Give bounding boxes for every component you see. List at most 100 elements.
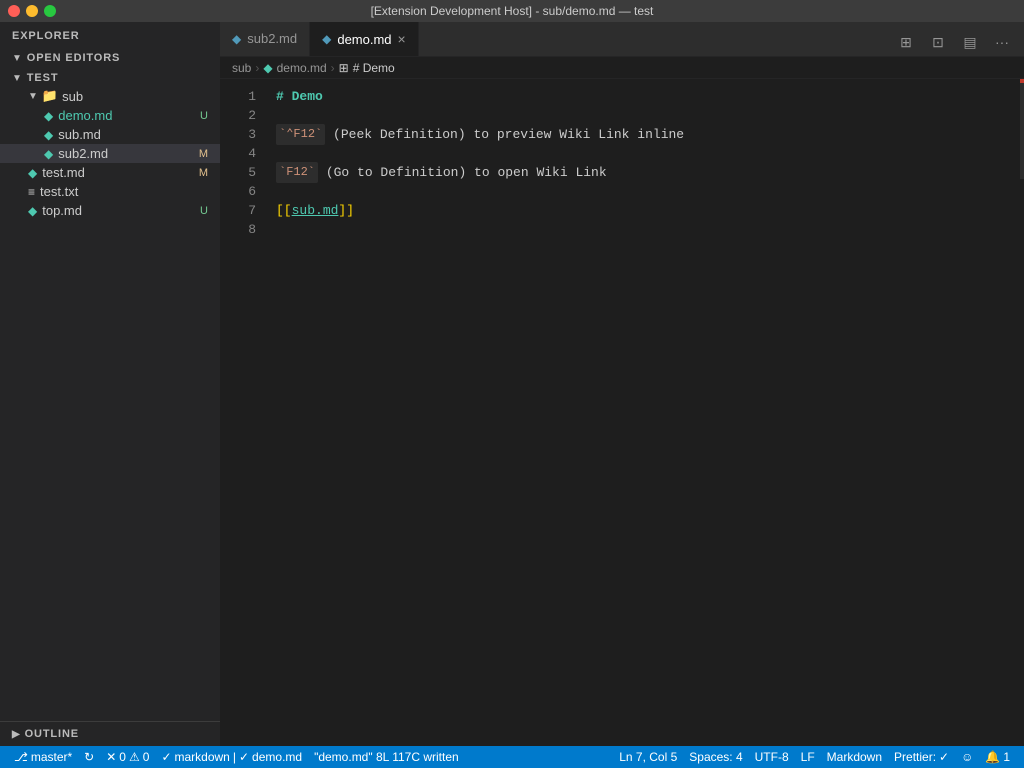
sidebar-file-top-md[interactable]: ◆ top.md U: [0, 201, 220, 220]
explorer-title: Explorer: [0, 22, 220, 46]
breadcrumb-file[interactable]: demo.md: [277, 61, 327, 75]
status-lang-check[interactable]: ✓ markdown | ✓ demo.md: [155, 746, 308, 768]
editor-area: ◆ sub2.md ◆ demo.md × ⊞ ⊡ ▤ ··· sub › ◆ …: [220, 22, 1024, 746]
code-line-6: [276, 182, 1010, 201]
minimap-bg: [1020, 79, 1024, 179]
status-spaces[interactable]: Spaces: 4: [683, 746, 748, 768]
layout-button[interactable]: ▤: [956, 28, 984, 56]
wiki-open-bracket: [[: [276, 201, 292, 220]
sync-icon: ↻: [84, 750, 94, 764]
branch-icon: ⎇: [14, 750, 28, 764]
sidebar-file-demo-md[interactable]: ◆ demo.md U: [0, 106, 220, 125]
encoding-text: UTF-8: [755, 750, 789, 764]
status-language[interactable]: Markdown: [821, 746, 888, 768]
tab-sub2-md[interactable]: ◆ sub2.md: [220, 22, 310, 56]
status-feedback[interactable]: ☺: [955, 746, 979, 768]
status-ln-col[interactable]: Ln 7, Col 5: [613, 746, 683, 768]
status-eol[interactable]: LF: [795, 746, 821, 768]
minimize-button[interactable]: [26, 5, 38, 17]
code-line-2: [276, 106, 1010, 125]
breadcrumb-sep1: ›: [255, 61, 259, 75]
breadcrumb-folder[interactable]: sub: [232, 61, 251, 75]
maximize-button[interactable]: [44, 5, 56, 17]
folder-icon: 📁: [42, 88, 58, 104]
test-group[interactable]: ▼ Test: [0, 66, 220, 86]
md-icon: ◆: [28, 166, 37, 180]
warning-count: 0: [143, 750, 150, 764]
line-num-8: 8: [220, 220, 256, 239]
status-written: "demo.md" 8L 117C written: [308, 746, 465, 768]
sub-folder-name: sub: [62, 89, 212, 104]
more-actions-button[interactable]: ···: [988, 28, 1016, 56]
status-errors[interactable]: ✕ 0 ⚠ 0: [100, 746, 155, 768]
editor-content[interactable]: 1 2 3 4 5 6 7 8 # Demo `⌃F12` (Peek: [220, 79, 1024, 746]
sidebar-file-sub2-md[interactable]: ◆ sub2.md M: [0, 144, 220, 163]
test-chevron: ▼: [12, 73, 23, 84]
file-check-label: demo.md: [252, 750, 302, 764]
prettier-text: Prettier:: [894, 750, 936, 764]
filename-test-md: test.md: [42, 165, 199, 180]
close-button[interactable]: [8, 5, 20, 17]
tab-actions: ⊞ ⊡ ▤ ···: [884, 28, 1024, 56]
filename-test-txt: test.txt: [40, 184, 212, 199]
tab-sub2-md-label: sub2.md: [247, 31, 297, 46]
open-editors-group[interactable]: ▼ Open Editors: [0, 46, 220, 66]
prettier-check-icon: ✓: [939, 750, 949, 764]
wiki-link-text: sub.md: [292, 201, 339, 220]
window-title: [Extension Development Host] - sub/demo.…: [371, 4, 654, 18]
outline-label: Outline: [25, 728, 79, 740]
line-num-1: 1: [220, 87, 256, 106]
split-editor-button[interactable]: ⊞: [892, 28, 920, 56]
status-encoding[interactable]: UTF-8: [749, 746, 795, 768]
status-branch[interactable]: ⎇ master*: [8, 746, 78, 768]
status-bell[interactable]: 🔔 1: [979, 746, 1016, 768]
toggle-panel-button[interactable]: ⊡: [924, 28, 952, 56]
code-line-3: `⌃F12` (Peek Definition) to preview Wiki…: [276, 125, 1010, 144]
badge-demo-md: U: [200, 110, 208, 122]
badge-test-md: M: [199, 167, 208, 179]
status-sync[interactable]: ↻: [78, 746, 100, 768]
tab-sub2-md-icon: ◆: [232, 32, 241, 46]
sidebar-file-test-md[interactable]: ◆ test.md M: [0, 163, 220, 182]
written-text: "demo.md" 8L 117C written: [314, 750, 459, 764]
window-controls[interactable]: [8, 5, 56, 17]
breadcrumb-symbol[interactable]: # Demo: [353, 61, 395, 75]
line-num-4: 4: [220, 144, 256, 163]
tab-demo-md[interactable]: ◆ demo.md ×: [310, 22, 419, 56]
error-count: 0: [119, 750, 126, 764]
tab-demo-md-icon: ◆: [322, 32, 331, 46]
tab-demo-md-label: demo.md: [337, 32, 391, 47]
sidebar-file-test-txt[interactable]: ≡ test.txt: [0, 182, 220, 201]
line-num-2: 2: [220, 106, 256, 125]
sub-folder-chevron: ▼: [28, 91, 38, 102]
line-num-6: 6: [220, 182, 256, 201]
breadcrumb: sub › ◆ demo.md › ⊞ # Demo: [220, 57, 1024, 79]
filename-sub2-md: sub2.md: [58, 146, 199, 161]
open-editors-label: Open Editors: [27, 52, 120, 64]
code-f12: `F12`: [276, 162, 318, 183]
titlebar: [Extension Development Host] - sub/demo.…: [0, 0, 1024, 22]
wiki-close-bracket: ]]: [338, 201, 354, 220]
outline-section[interactable]: ▶ Outline: [0, 721, 220, 746]
scrollbar-area: [1010, 79, 1024, 746]
tab-demo-md-close[interactable]: ×: [398, 31, 406, 47]
main-container: Explorer ▼ Open Editors ▼ Test ▼ 📁 sub ◆…: [0, 22, 1024, 746]
line-num-5: 5: [220, 163, 256, 182]
heading-hash: # Demo: [276, 87, 323, 106]
breadcrumb-sep2: ›: [331, 61, 335, 75]
scrollbar-red-indicator: [1020, 79, 1024, 83]
warning-icon: ⚠: [129, 750, 140, 764]
language-text: Markdown: [827, 750, 882, 764]
sidebar-file-sub-md[interactable]: ◆ sub.md: [0, 125, 220, 144]
filename-top-md: top.md: [42, 203, 200, 218]
code-ctrlf12: `⌃F12`: [276, 124, 325, 145]
status-prettier[interactable]: Prettier: ✓: [888, 746, 955, 768]
line-numbers: 1 2 3 4 5 6 7 8: [220, 79, 268, 746]
txt-icon: ≡: [28, 185, 35, 199]
sidebar: Explorer ▼ Open Editors ▼ Test ▼ 📁 sub ◆…: [0, 22, 220, 746]
code-editor[interactable]: # Demo `⌃F12` (Peek Definition) to previ…: [268, 79, 1010, 746]
line-num-7: 7: [220, 201, 256, 220]
code-line-1: # Demo: [276, 87, 1010, 106]
sub-folder[interactable]: ▼ 📁 sub: [0, 86, 220, 106]
eol-text: LF: [801, 750, 815, 764]
